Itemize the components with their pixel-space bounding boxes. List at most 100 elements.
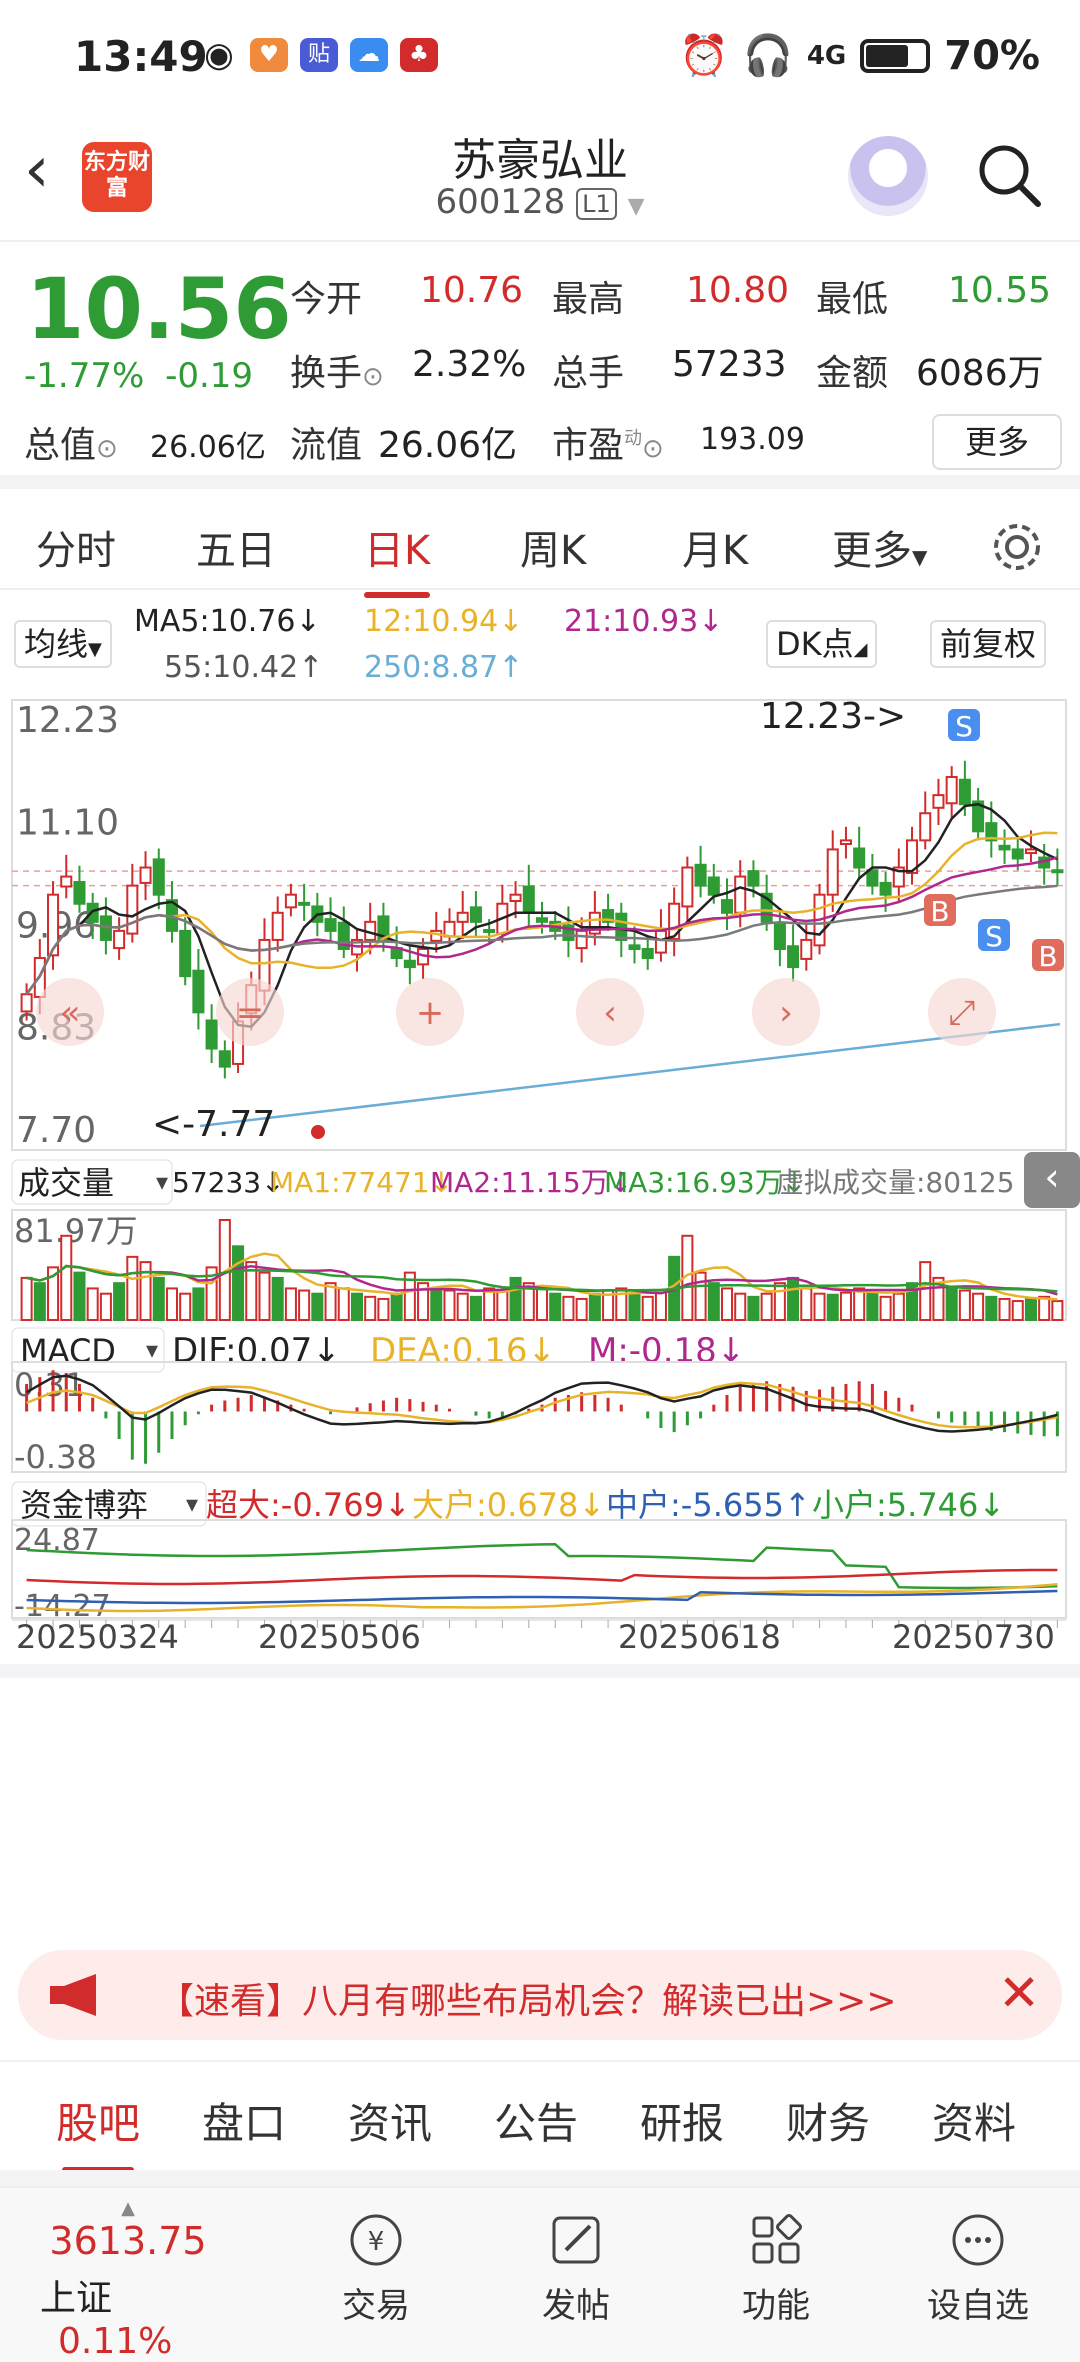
volume-bar <box>839 1291 852 1322</box>
volume-bar <box>337 1287 350 1322</box>
chart-control-glyph: « <box>60 993 81 1033</box>
candle-body <box>958 778 971 806</box>
tab-monthly-k[interactable]: 月K <box>682 518 748 576</box>
caret-down-icon: ▾ <box>146 1336 158 1364</box>
mktcap-value: 26.06亿 <box>150 430 266 465</box>
promo-banner[interactable]: 【速看】八月有哪些布局机会？解读已出>>> ✕ <box>18 1950 1062 2040</box>
tab-guba[interactable]: 股吧 <box>56 2090 140 2173</box>
status-bar: 13:49 ◉ ♥ 贴 ☁ ♣ ⏰ 🎧 4G 70% <box>0 0 1080 110</box>
candle-body <box>271 911 284 941</box>
tab-announcement[interactable]: 公告 <box>494 2090 578 2151</box>
volume-bar <box>430 1287 443 1322</box>
volume-bar <box>496 1289 509 1321</box>
volume-label: 总手 <box>552 353 625 394</box>
dk-point-button[interactable]: DK点◢ <box>766 620 878 668</box>
nav-function[interactable]: 功能 <box>696 2210 856 2327</box>
battery-level: 70% <box>944 32 1040 79</box>
volume-bar <box>469 1295 482 1321</box>
candle-body <box>853 847 866 869</box>
banner-text: 【速看】八月有哪些布局机会？解读已出>>> <box>158 1981 897 2022</box>
candle-body <box>218 1050 231 1068</box>
candle-body <box>324 918 337 932</box>
info-icon[interactable]: ⊙ <box>362 362 384 392</box>
section-divider <box>0 1664 1080 1678</box>
volume-bar <box>509 1276 522 1321</box>
search-icon[interactable] <box>974 140 1044 210</box>
volume-bar <box>720 1287 734 1322</box>
candle-body <box>73 881 86 905</box>
close-icon[interactable]: ✕ <box>998 1964 1040 2022</box>
candle-body <box>998 844 1011 851</box>
divider <box>0 2170 1080 2186</box>
volume-bar <box>826 1293 839 1321</box>
volume-bar <box>800 1287 813 1322</box>
nav-watchlist[interactable]: 设自选 <box>898 2210 1058 2327</box>
tab-finance[interactable]: 财务 <box>786 2090 870 2151</box>
tab-five-day[interactable]: 五日 <box>196 518 276 576</box>
chat-icon <box>952 2214 1004 2266</box>
assistant-robot-icon[interactable] <box>848 136 928 216</box>
nav-post[interactable]: 发帖 <box>496 2210 656 2327</box>
more-button[interactable]: 更多 <box>932 414 1062 470</box>
tab-weekly-k[interactable]: 周K <box>520 518 586 576</box>
tab-news[interactable]: 资讯 <box>348 2090 432 2151</box>
edit-icon <box>552 2216 600 2264</box>
stock-chart[interactable]: 12.2311.109.968.837.7012.23-><-7.77SSBB«… <box>0 690 1080 1930</box>
battery-icon <box>860 38 931 73</box>
tab-intraday[interactable]: 分时 <box>36 518 116 576</box>
notification-icons: ◉ ♥ 贴 ☁ ♣ <box>200 38 438 72</box>
macd-dif-line <box>25 1374 1058 1433</box>
volume-bar <box>1051 1300 1064 1321</box>
ma12-label: 12:10.94↓ <box>364 604 524 639</box>
candle-body <box>403 959 416 969</box>
candle-body <box>60 875 73 888</box>
index-change: 0.11% <box>58 2321 173 2362</box>
candle-body <box>628 944 641 950</box>
candle-body <box>456 911 469 923</box>
tab-daily-k[interactable]: 日K <box>364 518 431 598</box>
chevron-left-icon: ‹ <box>1044 1155 1059 1199</box>
volume-bar <box>483 1287 496 1322</box>
tab-research[interactable]: 研报 <box>640 2090 724 2151</box>
volume-bar <box>760 1292 773 1321</box>
volume-title: 成交量 <box>18 1164 114 1202</box>
candle-body <box>773 923 786 950</box>
candle-body <box>787 945 800 969</box>
fundflow-legend: 小户:5.746↓ <box>812 1486 1005 1524</box>
signal-icon: 4G <box>806 40 847 71</box>
gear-icon[interactable] <box>990 520 1044 574</box>
candle-body <box>284 893 297 909</box>
info-icon[interactable]: ⊙ <box>96 434 118 464</box>
index-name: 上证 <box>40 2278 113 2319</box>
fundflow-super-line <box>26 1568 1058 1586</box>
ma-selector[interactable]: 均线▼ <box>14 620 112 668</box>
volume-bar <box>73 1271 86 1322</box>
volume-bar <box>707 1282 720 1322</box>
volume-bar <box>1024 1297 1037 1322</box>
candle-body <box>734 875 747 914</box>
volume-bar <box>747 1295 760 1321</box>
macd-y-tick: 0.31 <box>14 1366 85 1404</box>
volume-bar <box>694 1271 707 1322</box>
macd-dea: DEA:0.16↓ <box>370 1331 556 1371</box>
info-icon[interactable]: ⊙ <box>642 434 664 464</box>
volume-bar <box>126 1255 139 1321</box>
candle-body <box>932 794 945 809</box>
candle-body <box>866 869 879 887</box>
nav-trade[interactable]: ¥ 交易 <box>296 2210 456 2327</box>
candle-body <box>720 899 734 914</box>
chart-control-glyph: › <box>779 993 793 1033</box>
tab-pankou[interactable]: 盘口 <box>202 2090 286 2151</box>
tab-more[interactable]: 更多▼ <box>832 518 927 576</box>
candle-body <box>1011 848 1024 860</box>
kline-y-tick: 11.10 <box>16 802 119 843</box>
grid-icon <box>752 2214 802 2264</box>
volume-bar <box>998 1297 1011 1322</box>
candle-body <box>483 928 496 933</box>
index-widget[interactable]: ▲ 3613.75 上证 0.11% <box>18 2198 238 2362</box>
tab-profile[interactable]: 资料 <box>932 2090 1016 2151</box>
ma-legend-row: 均线▼ MA5:10.76↓ 12:10.94↓ 21:10.93↓ 55:10… <box>0 600 1080 690</box>
fundflow-title: 资金博弈 <box>20 1486 148 1524</box>
headphone-icon: 🎧 <box>743 33 793 79</box>
fuquan-button[interactable]: 前复权 <box>930 620 1047 668</box>
